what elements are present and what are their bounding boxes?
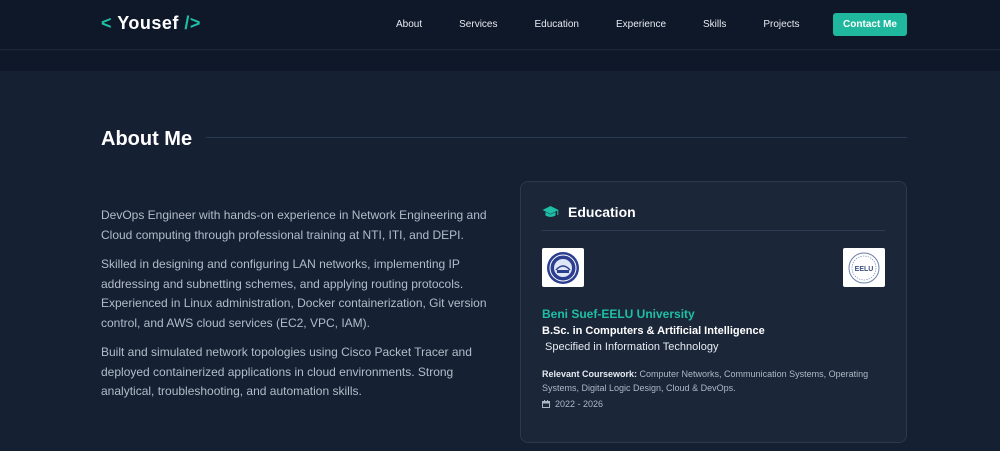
about-paragraph-3: Built and simulated network topologies u… xyxy=(101,345,472,398)
about-text: DevOps Engineer with hands-on experience… xyxy=(101,206,501,412)
coursework-label: Relevant Coursework: xyxy=(542,369,638,379)
university-name: Beni Suef-EELU University xyxy=(542,307,695,321)
specialization: Specified in Information Technology xyxy=(545,341,719,353)
nav-link-skills[interactable]: Skills xyxy=(703,19,726,30)
navbar: < Yousef /> About Services Education Exp… xyxy=(0,0,1000,50)
nav-link-projects[interactable]: Projects xyxy=(763,19,799,30)
graduation-cap-icon xyxy=(542,205,559,219)
nav-link-education[interactable]: Education xyxy=(535,19,579,30)
eelu-logo-text: EELU xyxy=(855,266,874,273)
calendar-icon xyxy=(542,400,550,408)
education-title: Education xyxy=(568,204,636,220)
site-logo[interactable]: < Yousef /> xyxy=(101,13,201,34)
dates-text: 2022 - 2026 xyxy=(555,399,604,409)
about-section: About Me DevOps Engineer with hands-on e… xyxy=(0,71,1000,451)
nav-link-about[interactable]: About xyxy=(396,19,422,30)
nav-link-services[interactable]: Services xyxy=(459,19,497,30)
education-card: Education EELU Beni Suef-EELU University… xyxy=(520,181,907,443)
education-dates: 2022 - 2026 xyxy=(542,399,603,409)
header-band xyxy=(0,51,1000,71)
about-paragraph-2: Skilled in designing and configuring LAN… xyxy=(101,257,487,330)
contact-me-button[interactable]: Contact Me xyxy=(833,13,907,36)
logo-bracket-open: < xyxy=(101,13,113,33)
coursework: Relevant Coursework: Computer Networks, … xyxy=(542,367,872,395)
education-divider xyxy=(542,230,885,231)
title-divider xyxy=(206,137,907,138)
nav-links: About Services Education Experience Skil… xyxy=(396,19,836,30)
section-title: About Me xyxy=(101,128,193,150)
university-logo-right: EELU xyxy=(843,248,885,287)
about-paragraph-1: DevOps Engineer with hands-on experience… xyxy=(101,208,487,242)
nav-link-experience[interactable]: Experience xyxy=(616,19,666,30)
education-header: Education xyxy=(542,204,636,220)
logo-name: Yousef xyxy=(117,13,179,33)
logo-bracket-close: /> xyxy=(184,13,201,33)
degree-title: B.Sc. in Computers & Artificial Intellig… xyxy=(542,325,765,337)
university-logo-left xyxy=(542,248,584,287)
